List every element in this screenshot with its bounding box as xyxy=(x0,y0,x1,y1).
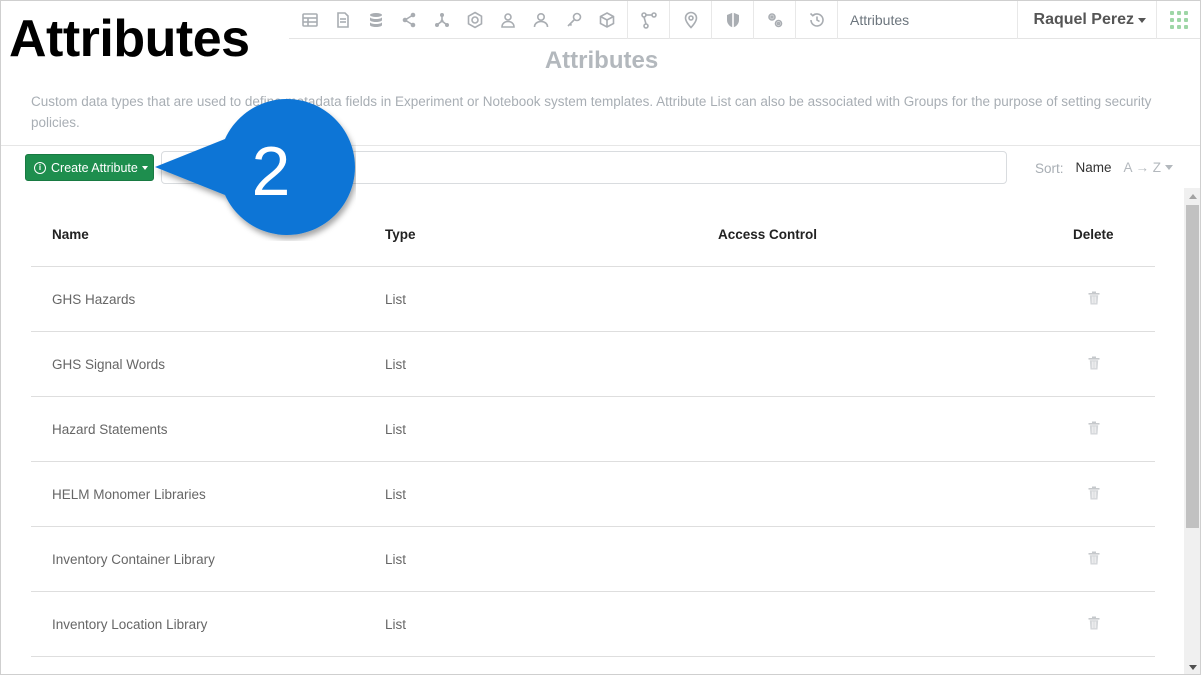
page-title: Attributes xyxy=(544,47,659,74)
cube-icon[interactable] xyxy=(590,1,623,39)
gears-icon[interactable] xyxy=(758,1,791,39)
table-row[interactable]: GHS Signal Words List xyxy=(31,332,1155,397)
nav-group-settings xyxy=(754,1,796,39)
table-row[interactable]: HELM Monomer Libraries List xyxy=(31,462,1155,527)
apps-grid-icon[interactable] xyxy=(1157,1,1200,39)
attribute-name[interactable]: GHS Hazards xyxy=(52,292,135,307)
document-icon[interactable] xyxy=(326,1,359,39)
attribute-type: List xyxy=(385,487,407,502)
sort-field-select[interactable]: Name xyxy=(1076,160,1112,175)
user-name: Raquel Perez xyxy=(1033,10,1134,28)
create-attribute-label: Create Attribute xyxy=(51,160,138,175)
user-menu[interactable]: Raquel Perez xyxy=(1018,1,1157,39)
attribute-type: List xyxy=(385,552,407,567)
section-title: Attributes xyxy=(838,1,1018,39)
history-icon[interactable] xyxy=(800,1,833,39)
trash-icon[interactable] xyxy=(1088,356,1100,370)
scrollbar-thumb[interactable] xyxy=(1186,205,1199,528)
nav-group-workflow xyxy=(628,1,670,39)
table-row[interactable]: Hazard Statements List xyxy=(31,397,1155,462)
sort-order-select[interactable]: A → Z xyxy=(1124,160,1174,175)
key-icon[interactable] xyxy=(557,1,590,39)
attribute-type: List xyxy=(385,422,407,437)
user-icon[interactable] xyxy=(524,1,557,39)
database-icon[interactable] xyxy=(359,1,392,39)
scroll-down-arrow-icon[interactable] xyxy=(1184,659,1200,674)
trash-icon[interactable] xyxy=(1088,291,1100,305)
table-row[interactable]: Inventory Location Library List xyxy=(31,592,1155,657)
chevron-down-icon xyxy=(1165,165,1174,170)
trash-icon[interactable] xyxy=(1088,616,1100,630)
attribute-name[interactable]: GHS Signal Words xyxy=(52,357,165,372)
vertical-scrollbar[interactable] xyxy=(1184,188,1200,674)
table-row[interactable]: GHS Hazards List xyxy=(31,267,1155,332)
attribute-name[interactable]: Hazard Statements xyxy=(52,422,168,437)
attributes-table: Name Type Access Control Delete GHS Haza… xyxy=(1,188,1185,674)
share-icon[interactable] xyxy=(392,1,425,39)
column-header-type[interactable]: Type xyxy=(385,227,416,242)
nav-group-history xyxy=(796,1,838,39)
network-icon[interactable] xyxy=(425,1,458,39)
column-header-name[interactable]: Name xyxy=(52,227,89,242)
attribute-name[interactable]: HELM Monomer Libraries xyxy=(52,487,206,502)
table-icon[interactable] xyxy=(293,1,326,39)
trash-icon[interactable] xyxy=(1088,421,1100,435)
trash-icon[interactable] xyxy=(1088,551,1100,565)
sort-label: Sort: xyxy=(1035,161,1064,176)
location-pin-icon[interactable] xyxy=(674,1,707,39)
nav-group-security xyxy=(712,1,754,39)
shield-icon[interactable] xyxy=(716,1,749,39)
attribute-type: List xyxy=(385,292,407,307)
hexagon-icon[interactable] xyxy=(458,1,491,39)
nav-group-location xyxy=(670,1,712,39)
column-header-delete: Delete xyxy=(1073,227,1114,242)
column-header-access-control[interactable]: Access Control xyxy=(718,227,817,242)
info-icon: i xyxy=(34,161,46,174)
table-row[interactable]: Inventory Container Library List xyxy=(31,527,1155,592)
sort-order-label: A → Z xyxy=(1123,160,1162,175)
attribute-type: List xyxy=(385,357,407,372)
create-attribute-button[interactable]: i Create Attribute xyxy=(25,154,154,181)
callout-number: 2 xyxy=(251,132,291,210)
sort-control: Sort: Name A → Z xyxy=(1035,159,1174,176)
app-window: Attributes Raquel Perez Attributes Attri… xyxy=(0,0,1201,675)
scroll-up-arrow-icon[interactable] xyxy=(1184,188,1200,205)
nav-group-data xyxy=(289,1,628,39)
step-callout: 2 xyxy=(151,99,356,241)
users-icon[interactable] xyxy=(491,1,524,39)
trash-icon[interactable] xyxy=(1088,486,1100,500)
workflow-icon[interactable] xyxy=(632,1,665,39)
attribute-type: List xyxy=(385,617,407,632)
top-navigation-bar: Attributes Raquel Perez xyxy=(289,1,1200,39)
chevron-down-icon xyxy=(1138,18,1146,23)
chevron-down-icon xyxy=(141,165,148,170)
attribute-name[interactable]: Inventory Location Library xyxy=(52,617,207,632)
attribute-name[interactable]: Inventory Container Library xyxy=(52,552,215,567)
